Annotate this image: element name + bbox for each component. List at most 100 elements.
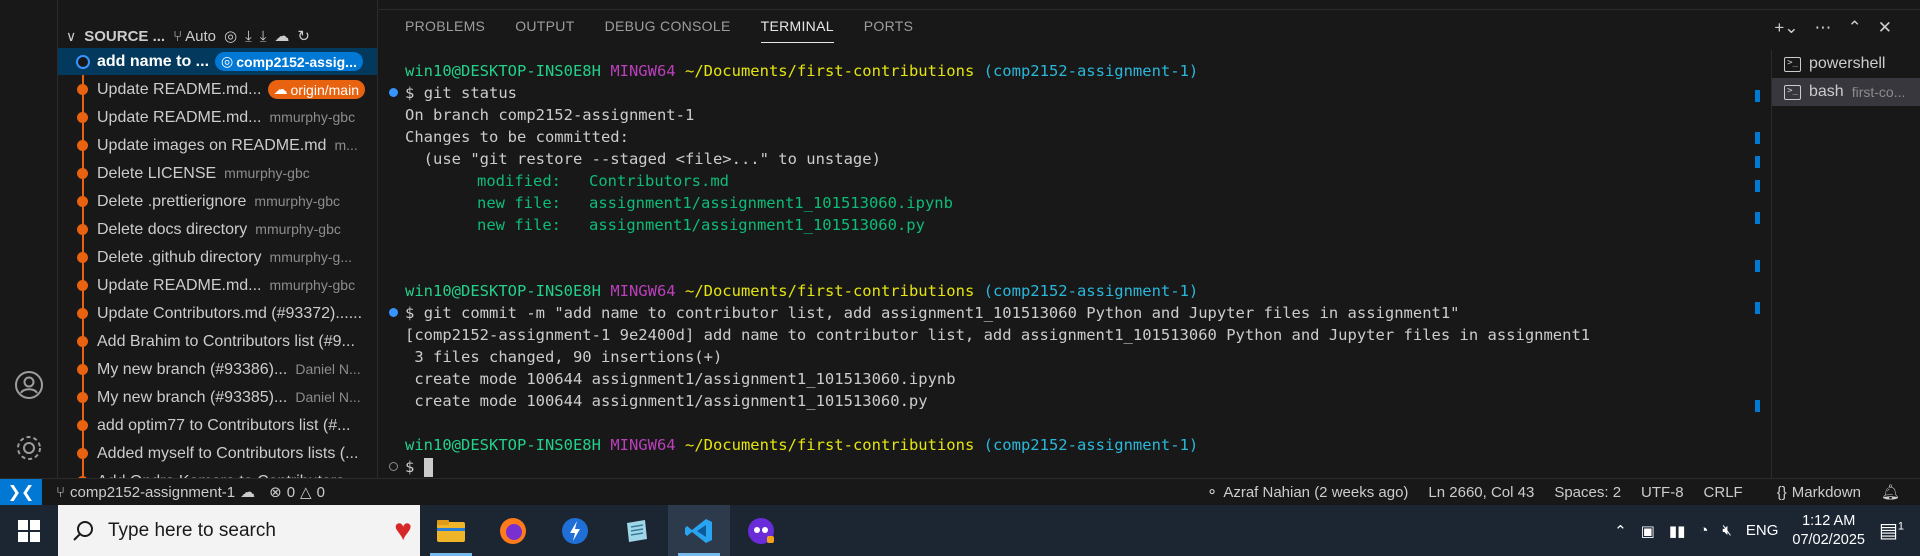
activity-bar <box>0 0 58 478</box>
search-highlight-icon: ♥ <box>394 513 412 547</box>
terminal-command: $ git commit -m "add name to contributor… <box>405 304 1460 322</box>
command-success-dot[interactable] <box>389 308 398 317</box>
commit-row[interactable]: Update README.md... ☁ origin/main <box>58 76 377 103</box>
commit-row[interactable]: Added myself to Contributors lists (... <box>58 440 377 467</box>
auto-toggle-button[interactable]: ⑂ Auto <box>173 28 216 45</box>
tab-problems[interactable]: PROBLEMS <box>405 18 485 43</box>
show-hidden-icons-icon[interactable]: ⌃ <box>1614 522 1627 540</box>
commit-message: My new branch (#93385)... Daniel N... <box>97 388 361 406</box>
app-bolt-icon[interactable] <box>544 505 606 556</box>
system-tray: ⌃ ▣ ▮▮ ◔ 🔇︎ ENG 1:12 AM 07/02/2025 ▤1 <box>1614 505 1920 556</box>
terminal-instance-bash[interactable]: >_ bash first-co... <box>1772 78 1920 106</box>
commit-message: My new branch (#93386)... Daniel N... <box>97 360 361 378</box>
commit-row[interactable]: Delete .prettierignore mmurphy-gbc <box>58 188 377 215</box>
refresh-icon[interactable]: ↻ <box>297 27 310 45</box>
language-mode[interactable]: {} Markdown <box>1777 484 1861 501</box>
maximize-panel-icon[interactable]: ⌃ <box>1848 18 1862 38</box>
commit-message: Add Brahim to Contributors list (#9... <box>97 332 355 350</box>
remote-indicator-icon[interactable]: ❯❮ <box>0 478 42 506</box>
commit-row[interactable]: Update Contributors.md (#93372)...... <box>58 300 377 327</box>
terminal-output-line: 3 files changed, 90 insertions(+) <box>405 348 723 366</box>
tab-ports[interactable]: PORTS <box>864 18 913 43</box>
terminal-output-line: Changes to be committed: <box>405 128 629 146</box>
vscode-icon[interactable] <box>668 505 730 556</box>
commit-row[interactable]: Add Brahim to Contributors list (#9... <box>58 328 377 355</box>
windows-start-button[interactable] <box>0 505 58 556</box>
git-blame-status[interactable]: ⚬ Azraf Nahian (2 weeks ago) <box>1206 483 1409 502</box>
commit-node-icon <box>76 54 90 69</box>
commit-row[interactable]: add name to ... ◎ comp2152-assig... <box>58 48 377 75</box>
language-indicator[interactable]: ENG <box>1746 522 1779 539</box>
close-panel-icon[interactable]: ✕ <box>1878 18 1892 38</box>
network-icon[interactable]: ◔ <box>1699 522 1708 539</box>
app-purple-icon[interactable] <box>730 505 792 556</box>
problems-status[interactable]: ⊗ 0 △ 0 <box>269 483 325 502</box>
eol-status[interactable]: CRLF <box>1704 484 1743 501</box>
commit-row[interactable]: Add Ondra Komora to Contributors... <box>58 468 377 478</box>
sidebar-title: SOURCE ... <box>84 27 166 45</box>
commit-row[interactable]: Delete docs directory mmurphy-gbc <box>58 216 377 243</box>
commit-row[interactable]: Update README.md... mmurphy-gbc <box>58 104 377 131</box>
bottom-panel: PROBLEMS OUTPUT DEBUG CONSOLE TERMINAL PORTS… <box>379 0 1920 478</box>
pull-icon[interactable]: ⤓ <box>260 28 267 45</box>
commit-row[interactable]: Update images on README.md m... <box>58 132 377 159</box>
indentation-status[interactable]: Spaces: 2 <box>1554 484 1621 501</box>
target-icon[interactable]: ◎ <box>224 27 237 45</box>
clock[interactable]: 1:12 AM 07/02/2025 <box>1792 512 1865 550</box>
tab-terminal[interactable]: TERMINAL <box>760 18 834 43</box>
cloud-upload-icon[interactable]: ☁ <box>274 27 289 45</box>
tab-output[interactable]: OUTPUT <box>515 18 574 43</box>
encoding-status[interactable]: UTF-8 <box>1641 484 1684 501</box>
commit-message: add optim77 to Contributors list (#... <box>97 416 351 434</box>
settings-gear-icon[interactable] <box>12 431 46 465</box>
terminal-input-line[interactable]: $ <box>405 456 433 478</box>
commit-author: mmurphy-gbc <box>269 276 356 293</box>
commit-message: Update README.md... mmurphy-gbc <box>97 108 356 126</box>
command-success-dot[interactable] <box>389 88 398 97</box>
commit-row[interactable]: Update README.md... mmurphy-gbc <box>58 272 377 299</box>
command-pending-dot <box>389 462 398 471</box>
terminal-command: $ git status <box>405 84 518 102</box>
new-terminal-plus-icon[interactable]: +⌄ <box>1774 18 1798 38</box>
taskbar-search-box[interactable]: Type here to search ♥ <box>58 505 420 556</box>
branch-badge: ☁ origin/main <box>267 80 365 99</box>
notifications-bell-icon[interactable]: 🔔︎ <box>1881 483 1900 501</box>
chevron-down-icon[interactable]: ∨ <box>66 28 76 45</box>
notification-center-icon[interactable]: ▤1 <box>1879 518 1904 543</box>
commit-author: m... <box>334 136 358 153</box>
terminal-output[interactable]: win10@DESKTOP-INS0E8H MINGW64 ~/Document… <box>379 60 1749 478</box>
terminal-scrollbar[interactable] <box>1755 60 1761 470</box>
commit-message: Update README.md... ☁ origin/main <box>97 80 365 99</box>
terminal-icon: >_ <box>1784 84 1801 100</box>
terminal-instance-powershell[interactable]: >_ powershell <box>1772 50 1920 78</box>
branch-status[interactable]: ⑂ comp2152-assignment-1 ☁ <box>56 483 255 502</box>
staged-file-line: new file: assignment1/assignment1_101513… <box>477 216 925 234</box>
firefox-icon[interactable] <box>482 505 544 556</box>
warning-icon: △ <box>300 484 312 501</box>
commit-message: Update README.md... mmurphy-gbc <box>97 276 356 294</box>
commit-node-icon <box>77 112 88 123</box>
panel-tabs: PROBLEMS OUTPUT DEBUG CONSOLE TERMINAL PORTS <box>405 18 913 43</box>
battery-icon[interactable]: ▮▮ <box>1669 522 1686 540</box>
commit-message: Update images on README.md m... <box>97 136 358 154</box>
commit-row[interactable]: My new branch (#93385)... Daniel N... <box>58 384 377 411</box>
fetch-icon[interactable]: ⤓ <box>245 28 252 45</box>
commit-node-icon <box>77 196 88 207</box>
commit-node-icon <box>77 308 88 319</box>
file-explorer-icon[interactable] <box>420 505 482 556</box>
commit-row[interactable]: add optim77 to Contributors list (#... <box>58 412 377 439</box>
terminal-cursor <box>423 458 433 477</box>
cursor-position[interactable]: Ln 2660, Col 43 <box>1428 484 1534 501</box>
app-notepad-icon[interactable] <box>606 505 668 556</box>
scroll-marker <box>1755 400 1760 412</box>
device-icon[interactable]: ▣ <box>1641 522 1655 540</box>
commit-row[interactable]: Delete .github directory mmurphy-g... <box>58 244 377 271</box>
more-actions-icon[interactable]: ⋯ <box>1815 18 1832 38</box>
commit-row[interactable]: Delete LICENSE mmurphy-gbc <box>58 160 377 187</box>
volume-muted-icon[interactable]: 🔇︎ <box>1722 522 1731 539</box>
tab-debug-console[interactable]: DEBUG CONSOLE <box>605 18 731 43</box>
commit-message: Update Contributors.md (#93372)...... <box>97 304 363 322</box>
terminal-output-line: create mode 100644 assignment1/assignmen… <box>405 370 956 388</box>
accounts-icon[interactable] <box>12 368 46 402</box>
commit-row[interactable]: My new branch (#93386)... Daniel N... <box>58 356 377 383</box>
